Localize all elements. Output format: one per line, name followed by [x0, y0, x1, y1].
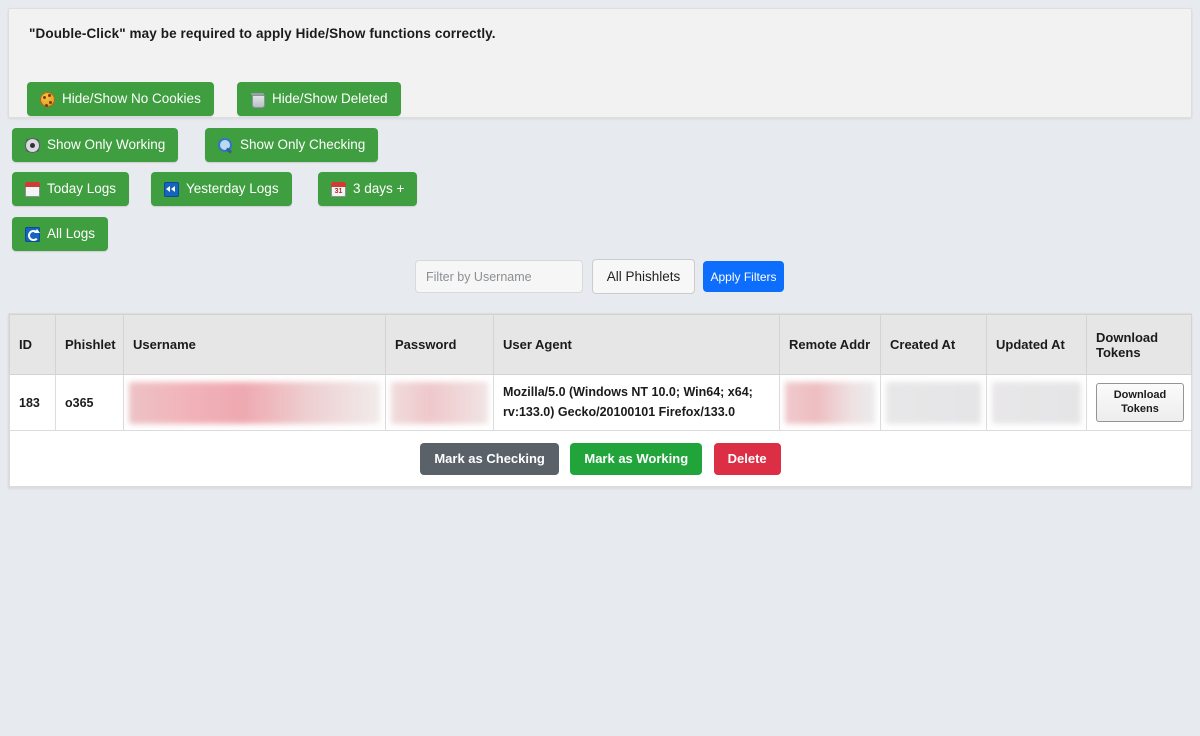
- yesterday-logs-label: Yesterday Logs: [186, 182, 279, 196]
- three-days-plus-button[interactable]: 3 days +: [318, 172, 417, 206]
- table-header-row: ID Phishlet Username Password User Agent…: [10, 315, 1192, 375]
- logs-table: ID Phishlet Username Password User Agent…: [9, 314, 1192, 487]
- column-header-password: Password: [386, 315, 494, 375]
- show-only-working-button[interactable]: Show Only Working: [12, 128, 178, 162]
- redacted-updated-at: [992, 382, 1081, 424]
- mark-as-checking-button[interactable]: Mark as Checking: [420, 443, 559, 475]
- hide-show-no-cookies-label: Hide/Show No Cookies: [62, 92, 201, 106]
- phishlet-select[interactable]: All Phishlets: [592, 259, 695, 294]
- redacted-created-at: [886, 382, 981, 424]
- cell-download-tokens: Download Tokens: [1087, 375, 1192, 431]
- show-only-working-label: Show Only Working: [47, 138, 165, 152]
- logs-table-card: ID Phishlet Username Password User Agent…: [8, 313, 1192, 488]
- page-root: "Double-Click" may be required to apply …: [0, 0, 1200, 736]
- redacted-remote-addr: [785, 382, 875, 424]
- mark-as-working-button[interactable]: Mark as Working: [570, 443, 702, 475]
- calendar-icon: [25, 182, 40, 197]
- gear-icon: [25, 138, 40, 153]
- notice-text: "Double-Click" may be required to apply …: [29, 26, 496, 41]
- column-header-phishlet: Phishlet: [56, 315, 124, 375]
- table-actions-cell: Mark as Checking Mark as Working Delete: [10, 431, 1192, 487]
- column-header-download-tokens: Download Tokens: [1087, 315, 1192, 375]
- column-header-updated-at: Updated At: [987, 315, 1087, 375]
- today-logs-button[interactable]: Today Logs: [12, 172, 129, 206]
- column-header-id: ID: [10, 315, 56, 375]
- cookie-icon: [40, 92, 55, 107]
- show-only-checking-label: Show Only Checking: [240, 138, 365, 152]
- calendar-31-icon: [331, 182, 346, 197]
- column-header-remote-addr: Remote Addr: [780, 315, 881, 375]
- cell-username: [124, 375, 386, 431]
- trash-icon: [250, 92, 265, 107]
- hide-show-deleted-button[interactable]: Hide/Show Deleted: [237, 82, 401, 116]
- table-row[interactable]: 183 o365 Mozilla/5.0 (Windows NT 10.0; W…: [10, 375, 1192, 431]
- three-days-plus-label: 3 days +: [353, 182, 404, 196]
- today-logs-label: Today Logs: [47, 182, 116, 196]
- redacted-password: [391, 382, 488, 424]
- delete-button[interactable]: Delete: [714, 443, 781, 475]
- cell-user-agent: Mozilla/5.0 (Windows NT 10.0; Win64; x64…: [494, 375, 780, 431]
- table-actions-row: Mark as Checking Mark as Working Delete: [10, 431, 1192, 487]
- rewind-icon: [164, 182, 179, 197]
- yesterday-logs-button[interactable]: Yesterday Logs: [151, 172, 292, 206]
- column-header-user-agent: User Agent: [494, 315, 780, 375]
- cell-remote-addr: [780, 375, 881, 431]
- all-logs-button[interactable]: All Logs: [12, 217, 108, 251]
- cell-id: 183: [10, 375, 56, 431]
- hide-show-deleted-label: Hide/Show Deleted: [272, 92, 388, 106]
- cell-created-at: [881, 375, 987, 431]
- download-tokens-button[interactable]: Download Tokens: [1096, 383, 1184, 423]
- column-header-created-at: Created At: [881, 315, 987, 375]
- refresh-icon: [25, 227, 40, 242]
- notice-panel: "Double-Click" may be required to apply …: [8, 8, 1192, 118]
- all-logs-label: All Logs: [47, 227, 95, 241]
- hide-show-no-cookies-button[interactable]: Hide/Show No Cookies: [27, 82, 214, 116]
- column-header-username: Username: [124, 315, 386, 375]
- username-filter-input[interactable]: [415, 260, 583, 293]
- cell-password: [386, 375, 494, 431]
- show-only-checking-button[interactable]: Show Only Checking: [205, 128, 378, 162]
- apply-filters-button[interactable]: Apply Filters: [703, 261, 784, 292]
- redacted-username: [129, 382, 380, 424]
- cell-phishlet: o365: [56, 375, 124, 431]
- magnifier-icon: [218, 138, 233, 153]
- cell-updated-at: [987, 375, 1087, 431]
